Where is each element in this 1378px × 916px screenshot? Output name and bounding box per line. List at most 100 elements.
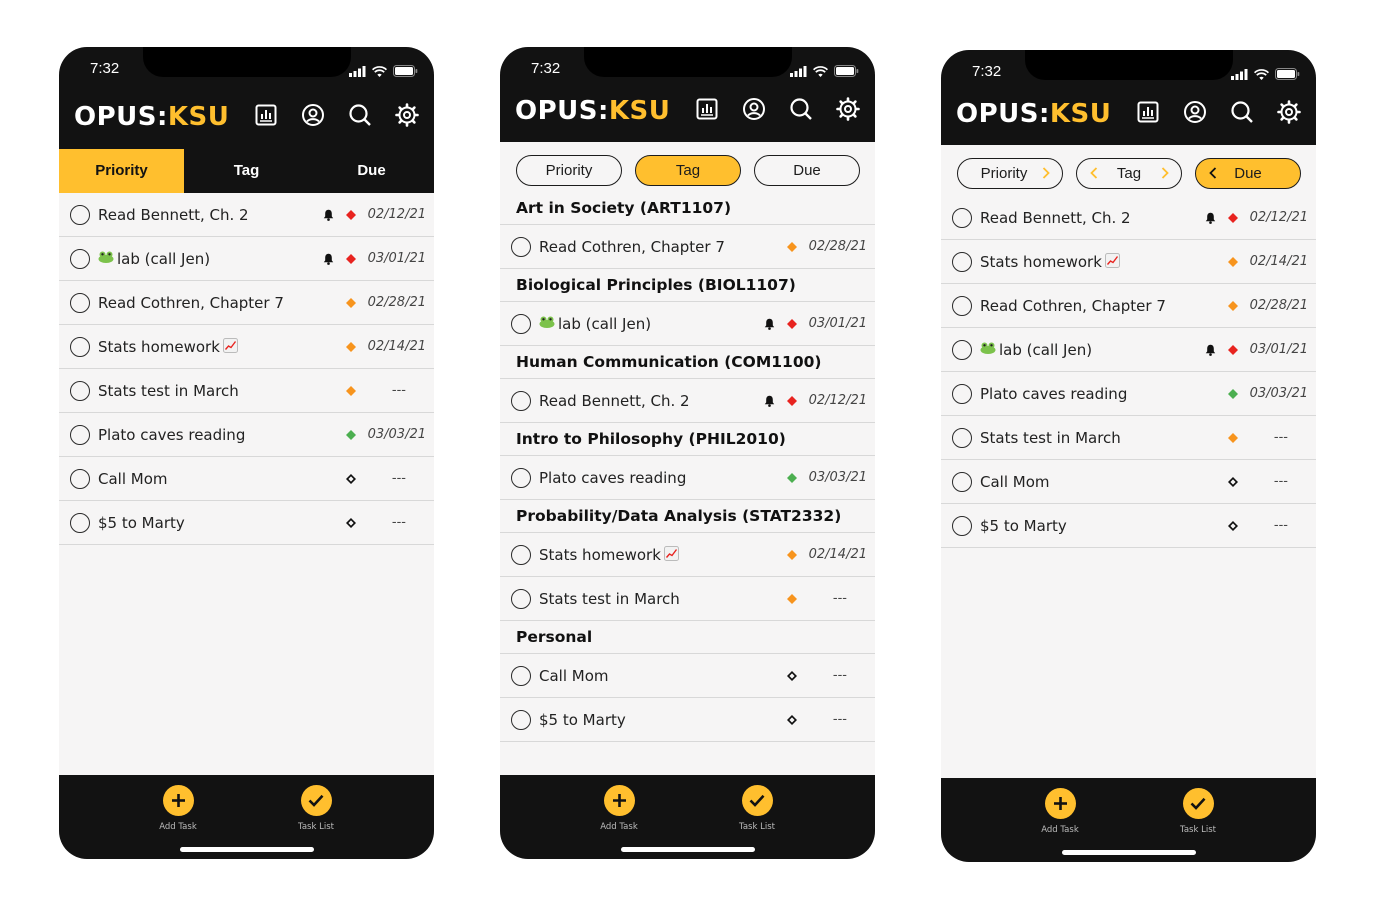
task-checkbox[interactable] [70, 425, 90, 445]
task-row[interactable]: Read Cothren, Chapter 7 02/28/21 [941, 284, 1316, 328]
add-task-button[interactable]: Add Task [579, 785, 659, 832]
task-row[interactable]: Call Mom --- [500, 654, 875, 698]
task-checkbox[interactable] [70, 293, 90, 313]
task-checkbox[interactable] [511, 391, 531, 411]
task-row[interactable]: $5 to Marty --- [941, 504, 1316, 548]
task-due-date: 02/28/21 [367, 295, 426, 310]
chart-emoji-icon [663, 546, 679, 561]
search-icon[interactable] [789, 97, 813, 121]
task-row[interactable]: Stats test in March --- [59, 369, 434, 413]
task-title: Plato caves reading [539, 456, 686, 500]
settings-icon[interactable] [395, 103, 419, 127]
profile-icon[interactable] [301, 103, 325, 127]
task-checkbox[interactable] [511, 710, 531, 730]
task-row[interactable]: Stats homework 02/14/21 [941, 240, 1316, 284]
task-checkbox[interactable] [70, 469, 90, 489]
status-time: 7:32 [531, 60, 561, 77]
settings-icon[interactable] [836, 97, 860, 121]
task-row[interactable]: Call Mom --- [941, 460, 1316, 504]
task-row[interactable]: Stats homework 02/14/21 [500, 533, 875, 577]
device-notch [143, 47, 351, 77]
task-checkbox[interactable] [511, 545, 531, 565]
task-row[interactable]: Stats test in March --- [500, 577, 875, 621]
task-row[interactable]: Stats test in March --- [941, 416, 1316, 460]
task-row[interactable]: Read Bennett, Ch. 2 02/12/21 [59, 193, 434, 237]
task-row[interactable]: lab (call Jen) 03/01/21 [500, 302, 875, 346]
profile-icon[interactable] [1183, 100, 1207, 124]
task-row[interactable]: $5 to Marty --- [500, 698, 875, 742]
task-row[interactable]: Read Cothren, Chapter 7 02/28/21 [59, 281, 434, 325]
task-row[interactable]: $5 to Marty --- [59, 501, 434, 545]
pill-tag[interactable]: Tag [635, 155, 741, 186]
task-due-date: --- [391, 383, 406, 398]
checkmark-icon [308, 794, 324, 807]
search-icon[interactable] [1230, 100, 1254, 124]
stats-icon[interactable] [1136, 100, 1160, 124]
stats-icon[interactable] [695, 97, 719, 121]
task-checkbox[interactable] [952, 340, 972, 360]
task-title-text: Call Mom [539, 667, 609, 685]
frog-emoji-icon [539, 316, 555, 328]
chevron-left-icon [1090, 167, 1098, 179]
task-checkbox[interactable] [952, 472, 972, 492]
add-task-button[interactable]: Add Task [1020, 788, 1100, 835]
task-list: Read Bennett, Ch. 2 02/12/21 Stats homewor… [941, 196, 1316, 548]
task-checkbox[interactable] [511, 666, 531, 686]
task-title-text: $5 to Marty [539, 711, 626, 729]
task-row[interactable]: lab (call Jen) 03/01/21 [59, 237, 434, 281]
task-checkbox[interactable] [952, 208, 972, 228]
logo-prefix: OPUS: [956, 99, 1050, 129]
app-header: 7:32 OPUS:KSU [59, 47, 434, 149]
tab-tag[interactable]: Tag [184, 149, 309, 193]
add-task-button[interactable]: Add Task [138, 785, 218, 832]
task-row[interactable]: Stats homework 02/14/21 [59, 325, 434, 369]
task-checkbox[interactable] [511, 468, 531, 488]
task-checkbox[interactable] [70, 337, 90, 357]
pill-priority[interactable]: Priority [516, 155, 622, 186]
task-list-button[interactable]: Task List [717, 785, 797, 832]
task-row[interactable]: Plato caves reading 03/03/21 [59, 413, 434, 457]
pill-tag[interactable]: Tag [1076, 158, 1182, 189]
task-title: Stats test in March [98, 369, 239, 413]
pill-due[interactable]: Due [1195, 158, 1301, 189]
task-row[interactable]: Call Mom --- [59, 457, 434, 501]
app-header: 7:32 OPUS:KSU [500, 47, 875, 142]
task-checkbox[interactable] [952, 252, 972, 272]
chevron-right-icon [1161, 167, 1169, 179]
task-row[interactable]: lab (call Jen) 03/01/21 [941, 328, 1316, 372]
task-row[interactable]: Read Bennett, Ch. 2 02/12/21 [500, 379, 875, 423]
task-list-button[interactable]: Task List [1158, 788, 1238, 835]
stats-icon[interactable] [254, 103, 278, 127]
settings-icon[interactable] [1277, 100, 1301, 124]
task-row[interactable]: Read Cothren, Chapter 7 02/28/21 [500, 225, 875, 269]
task-checkbox[interactable] [511, 237, 531, 257]
task-row[interactable]: Plato caves reading 03/03/21 [941, 372, 1316, 416]
bottom-nav: Add Task Task List [941, 778, 1316, 862]
search-icon[interactable] [348, 103, 372, 127]
task-checkbox[interactable] [952, 428, 972, 448]
task-checkbox[interactable] [511, 314, 531, 334]
task-checkbox[interactable] [511, 589, 531, 609]
task-checkbox[interactable] [70, 249, 90, 269]
task-checkbox[interactable] [952, 516, 972, 536]
task-row[interactable]: Read Bennett, Ch. 2 02/12/21 [941, 196, 1316, 240]
tag-group-title: Intro to Philosophy (PHIL2010) [516, 430, 786, 448]
task-checkbox[interactable] [952, 296, 972, 316]
task-title: Read Bennett, Ch. 2 [980, 196, 1131, 240]
bell-icon [764, 395, 775, 407]
task-checkbox[interactable] [70, 513, 90, 533]
task-title: Stats homework [980, 240, 1120, 284]
tab-due[interactable]: Due [309, 149, 434, 193]
task-row[interactable]: Plato caves reading 03/03/21 [500, 456, 875, 500]
tab-priority[interactable]: Priority [59, 149, 184, 193]
task-title-text: lab (call Jen) [999, 341, 1093, 359]
profile-icon[interactable] [742, 97, 766, 121]
tag-group-title: Human Communication (COM1100) [516, 353, 822, 371]
task-checkbox[interactable] [70, 381, 90, 401]
task-checkbox[interactable] [70, 205, 90, 225]
task-checkbox[interactable] [952, 384, 972, 404]
pill-priority[interactable]: Priority [957, 158, 1063, 189]
task-list-button[interactable]: Task List [276, 785, 356, 832]
pill-due[interactable]: Due [754, 155, 860, 186]
frog-emoji-icon [98, 251, 114, 263]
